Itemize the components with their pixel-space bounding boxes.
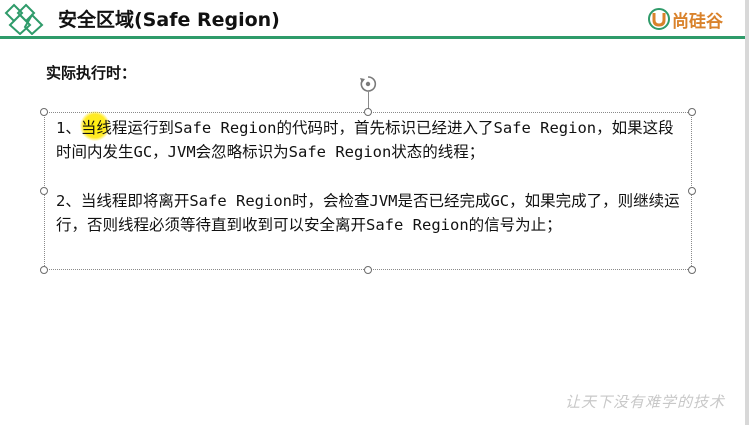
resize-handle-right[interactable] bbox=[688, 187, 696, 195]
resize-handle-bottom[interactable] bbox=[364, 266, 372, 274]
resize-handle-top-right[interactable] bbox=[688, 108, 696, 116]
paragraph-1: 1、当线程运行到Safe Region的代码时，首先标识已经进入了Safe Re… bbox=[56, 119, 674, 161]
resize-handle-left[interactable] bbox=[40, 187, 48, 195]
section-subheading: 实际执行时： bbox=[46, 64, 137, 82]
header-divider bbox=[0, 36, 749, 39]
resize-handle-bottom-left[interactable] bbox=[40, 266, 48, 274]
u-brand-icon bbox=[648, 8, 670, 30]
window-edge bbox=[745, 0, 749, 425]
paragraph-2: 2、当线程即将离开Safe Region时，会检查JVM是否已经完成GC，如果完… bbox=[56, 192, 680, 234]
brand-name: 尚硅谷 bbox=[672, 11, 723, 32]
watermark-slogan: 让天下没有难学的技术 bbox=[565, 393, 726, 411]
diamond-logo-icon bbox=[4, 3, 44, 35]
slide-header: 安全区域(Safe Region) 尚硅谷 bbox=[0, 0, 749, 36]
page-title: 安全区域(Safe Region) bbox=[58, 9, 280, 31]
brand-logo: 尚硅谷 bbox=[648, 6, 723, 32]
resize-handle-top[interactable] bbox=[364, 108, 372, 116]
resize-handle-top-left[interactable] bbox=[40, 108, 48, 116]
slide: 安全区域(Safe Region) 尚硅谷 实际执行时： 1、当线程运行到Saf… bbox=[0, 0, 749, 425]
resize-handle-bottom-right[interactable] bbox=[688, 266, 696, 274]
text-box-content[interactable]: 1、当线程运行到Safe Region的代码时，首先标识已经进入了Safe Re… bbox=[56, 116, 688, 237]
rotate-handle-icon[interactable] bbox=[359, 75, 377, 93]
